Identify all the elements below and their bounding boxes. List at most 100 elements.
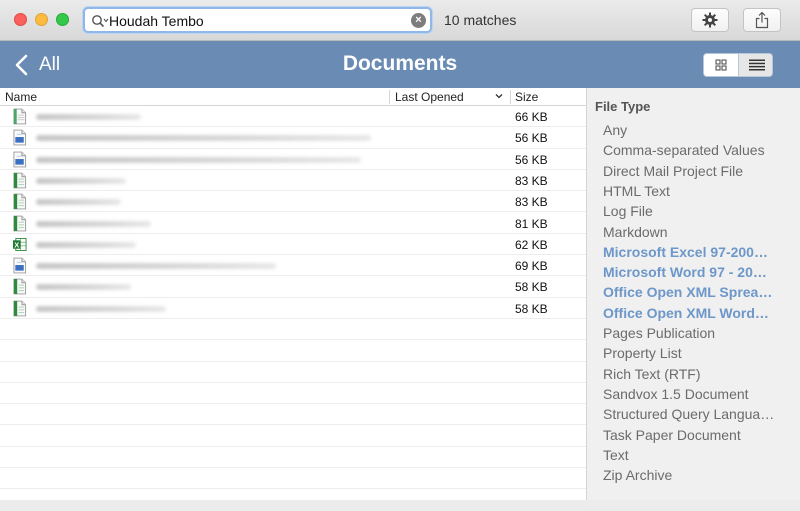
file-type-item[interactable]: Pages Publication: [603, 325, 787, 341]
window-toolbar: × 10 matches: [0, 0, 800, 41]
close-window-button[interactable]: [14, 13, 27, 26]
clear-icon[interactable]: ×: [411, 13, 426, 28]
column-size[interactable]: Size: [515, 90, 538, 104]
empty-row: [0, 319, 586, 341]
text-doc-icon: [13, 108, 27, 125]
redacted-file-name: [36, 156, 361, 163]
file-type-item[interactable]: Any: [603, 122, 787, 138]
share-icon: [755, 11, 769, 29]
table-row[interactable]: 58 KB: [0, 276, 586, 298]
file-size: 56 KB: [515, 131, 548, 146]
excel-doc-icon: [13, 215, 27, 231]
word-doc-icon: [13, 151, 27, 168]
empty-row: [0, 362, 586, 383]
file-type-item[interactable]: Property List: [603, 345, 787, 361]
file-type-item[interactable]: Text: [603, 447, 787, 463]
excel-doc-icon: [13, 278, 27, 295]
excel-doc-icon: [13, 300, 27, 317]
empty-row: [0, 383, 586, 405]
redacted-file-name: [36, 114, 141, 120]
file-size: 62 KB: [515, 237, 548, 252]
empty-row: [0, 468, 586, 490]
file-size: 83 KB: [515, 195, 548, 210]
empty-row: [0, 426, 586, 447]
file-type-item[interactable]: Task Paper Document: [603, 427, 787, 443]
file-type-item[interactable]: Markdown: [603, 224, 787, 240]
redacted-file-name: [36, 263, 276, 270]
file-type-item[interactable]: HTML Text: [603, 183, 787, 199]
page-title: Documents: [342, 52, 458, 75]
table-row[interactable]: 69 KB: [0, 255, 586, 277]
excel-doc-icon: [13, 172, 27, 189]
column-divider: [389, 90, 390, 104]
magnifier-icon[interactable]: [91, 14, 111, 28]
file-type-item[interactable]: Microsoft Excel 97-200…: [603, 244, 787, 260]
chevron-left-icon: [15, 54, 28, 76]
table-row[interactable]: 83 KB: [0, 170, 586, 192]
share-button[interactable]: [743, 8, 781, 32]
file-type-item[interactable]: Microsoft Word 97 - 20…: [603, 264, 787, 280]
file-type-item[interactable]: Office Open XML Word…: [603, 305, 787, 321]
file-size: 69 KB: [515, 259, 548, 274]
back-label: All: [39, 54, 61, 75]
column-last-opened[interactable]: Last Opened: [395, 90, 464, 104]
grid-view-button[interactable]: [704, 54, 739, 76]
empty-row: [0, 404, 586, 426]
list-view-button[interactable]: [739, 54, 772, 76]
table-row[interactable]: 58 KB: [0, 298, 586, 319]
excel-doc-icon: [13, 193, 27, 210]
file-list: Name Last Opened Size 66 KB 56 KB 56 KB 83 …: [0, 88, 586, 511]
table-row[interactable]: 83 KB: [0, 191, 586, 213]
file-type-item[interactable]: Sandvox 1.5 Document: [603, 386, 787, 402]
word-doc-icon: [13, 129, 27, 146]
file-type-item[interactable]: Structured Query Langua…: [603, 406, 787, 422]
redacted-file-name: [36, 199, 121, 206]
column-divider: [510, 90, 511, 104]
search-field[interactable]: ×: [83, 7, 432, 33]
table-row[interactable]: 81 KB: [0, 213, 586, 234]
file-size: 81 KB: [515, 216, 548, 231]
settings-button[interactable]: [691, 8, 729, 32]
chevron-down-icon[interactable]: [494, 91, 504, 101]
redacted-file-name: [36, 284, 131, 291]
file-type-item[interactable]: Zip Archive: [603, 467, 787, 483]
gear-icon: [702, 12, 718, 28]
file-type-item[interactable]: Office Open XML Sprea…: [603, 284, 787, 300]
view-mode-switch: [703, 53, 773, 77]
file-type-sidebar: File Type Any Comma-separated Values Direc…: [586, 88, 800, 500]
empty-row: [0, 489, 586, 511]
search-input[interactable]: [109, 11, 409, 30]
excel-x-icon: X: [13, 237, 27, 251]
navigation-bar: All Documents: [0, 41, 800, 88]
file-size: 83 KB: [515, 173, 548, 188]
file-type-item[interactable]: Direct Mail Project File: [603, 163, 787, 179]
file-size: 56 KB: [515, 152, 548, 167]
svg-text:X: X: [14, 240, 19, 249]
redacted-file-name: [36, 241, 136, 248]
table-row[interactable]: X 62 KB: [0, 234, 586, 256]
table-row[interactable]: 56 KB: [0, 127, 586, 149]
file-size: 66 KB: [515, 110, 548, 124]
file-type-item[interactable]: Comma-separated Values: [603, 142, 787, 158]
table-row[interactable]: 66 KB: [0, 106, 586, 128]
column-header: Name Last Opened Size: [0, 88, 586, 106]
redacted-file-name: [36, 305, 166, 312]
list-view-icon: [748, 59, 765, 71]
minimize-window-button[interactable]: [35, 13, 48, 26]
file-size: 58 KB: [515, 280, 548, 295]
file-size: 58 KB: [515, 301, 548, 316]
file-type-item[interactable]: Rich Text (RTF): [603, 366, 787, 382]
match-count: 10 matches: [444, 12, 517, 28]
empty-row: [0, 340, 586, 362]
file-type-item[interactable]: Log File: [603, 203, 787, 219]
empty-row: [0, 447, 586, 469]
sidebar-heading: File Type: [595, 99, 651, 114]
word-doc-icon: [13, 257, 27, 274]
redacted-file-name: [36, 220, 151, 227]
zoom-window-button[interactable]: [56, 13, 69, 26]
table-row[interactable]: 56 KB: [0, 149, 586, 170]
redacted-file-name: [36, 177, 126, 184]
column-name[interactable]: Name: [5, 90, 37, 104]
redacted-file-name: [36, 135, 371, 142]
grid-view-icon: [715, 59, 727, 71]
